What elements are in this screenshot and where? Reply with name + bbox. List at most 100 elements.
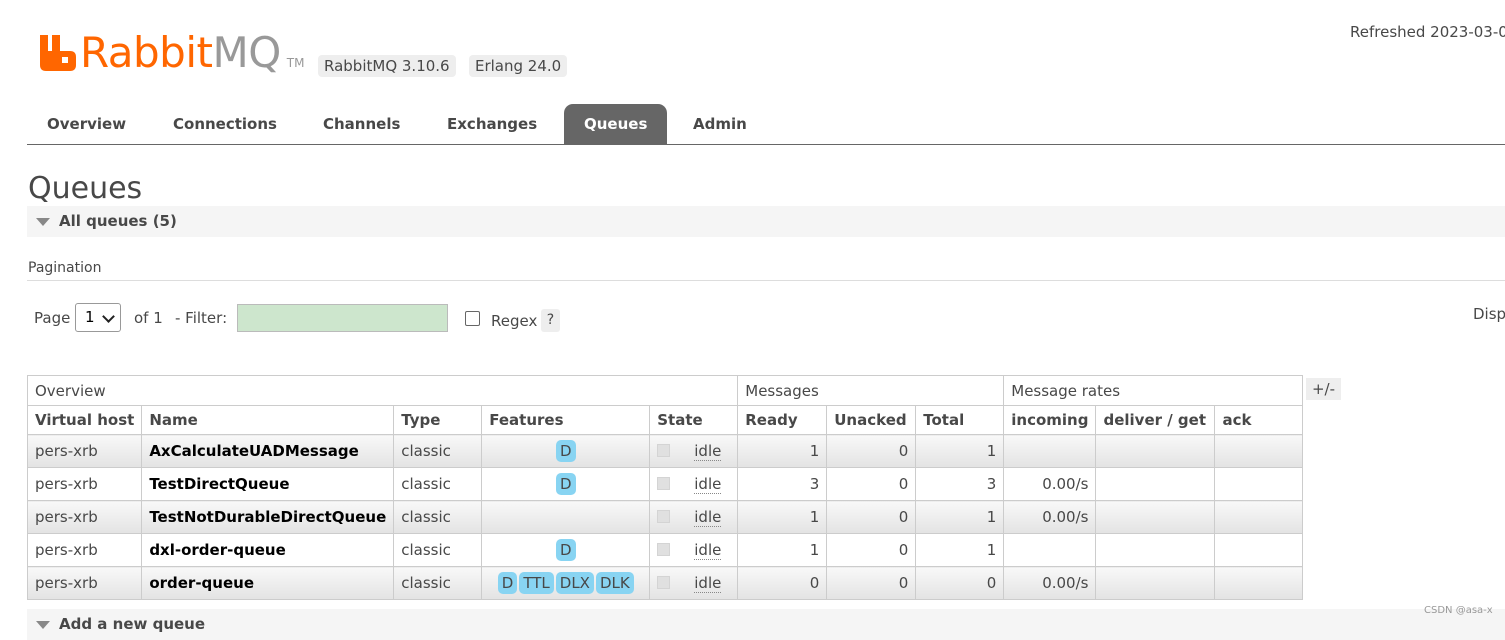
rabbit-logo-icon: [40, 35, 76, 71]
refreshed-timestamp[interactable]: Refreshed 2023-03-0: [1350, 23, 1505, 41]
pagination-heading: Pagination: [28, 260, 102, 276]
feature-badge: D: [555, 440, 576, 462]
cell-features: D: [481, 434, 651, 468]
cell-virtual-host: pers-xrb: [26, 467, 143, 501]
cell-ready: 1: [737, 434, 828, 468]
logo-mq-text: MQ: [212, 28, 281, 77]
tab-admin[interactable]: Admin: [673, 104, 767, 144]
cell-ack: [1214, 533, 1304, 567]
all-queues-heading: All queues (5): [59, 212, 177, 230]
cell-incoming: 0.00/s: [1003, 467, 1097, 501]
queues-table: Overview Messages Message rates Virtual …: [26, 375, 1304, 600]
cell-virtual-host: pers-xrb: [26, 434, 143, 468]
cell-features: D: [481, 467, 651, 501]
feature-badge: DLK: [595, 572, 634, 594]
cell-incoming: [1003, 533, 1097, 567]
cell-deliver-get: [1095, 500, 1216, 534]
cell-unacked: 0: [826, 566, 917, 600]
table-group-header-row: Overview Messages Message rates: [26, 375, 1304, 406]
cell-queue-name[interactable]: AxCalculateUADMessage: [141, 434, 395, 468]
table-row: pers-xrb AxCalculateUADMessage classic Didl…: [26, 434, 1304, 468]
rabbitmq-logo[interactable]: RabbitMQ TM: [40, 30, 304, 74]
cell-type: classic: [393, 434, 483, 468]
logo-rabbit-text: Rabbit: [80, 28, 213, 77]
feature-badge: D: [555, 539, 576, 561]
table-row: pers-xrb TestNotDurableDirectQueue classic…: [26, 500, 1304, 534]
feature-badge: D: [497, 572, 518, 594]
page-count-label: of 1: [134, 309, 163, 327]
erlang-version-badge: Erlang 24.0: [469, 55, 568, 77]
cell-type: classic: [393, 533, 483, 567]
col-features: Features: [481, 405, 651, 435]
state-label: idle: [694, 475, 722, 494]
cell-type: classic: [393, 500, 483, 534]
cell-queue-name[interactable]: order-queue: [141, 566, 395, 600]
cell-total: 3: [915, 467, 1005, 501]
pagination-divider: [27, 280, 1505, 281]
cell-state: idle: [649, 533, 739, 567]
logo-wordmark: RabbitMQ: [80, 32, 281, 74]
group-messages: Messages: [737, 375, 1005, 406]
cell-deliver-get: [1095, 467, 1216, 501]
col-name[interactable]: Name: [141, 405, 395, 435]
cell-ack: [1214, 434, 1304, 468]
col-unacked[interactable]: Unacked: [826, 405, 917, 435]
cell-virtual-host: pers-xrb: [26, 566, 143, 600]
cell-unacked: 0: [826, 533, 917, 567]
col-deliver-get[interactable]: deliver / get: [1095, 405, 1216, 435]
cell-unacked: 0: [826, 500, 917, 534]
col-ready[interactable]: Ready: [737, 405, 828, 435]
chevron-down-icon: [102, 310, 115, 323]
cell-queue-name[interactable]: TestNotDurableDirectQueue: [141, 500, 395, 534]
state-indicator-icon: [657, 543, 671, 556]
cell-incoming: 0.00/s: [1003, 500, 1097, 534]
tab-connections[interactable]: Connections: [153, 104, 297, 144]
page-label: Page: [34, 309, 71, 327]
cell-incoming: 0.00/s: [1003, 566, 1097, 600]
table-row: pers-xrb dxl-order-queue classic Didle 1 0 1: [26, 533, 1304, 567]
page-select[interactable]: 1: [75, 303, 121, 332]
cell-deliver-get: [1095, 533, 1216, 567]
all-queues-section-toggle[interactable]: All queues (5): [27, 206, 1505, 237]
state-label: idle: [694, 574, 722, 593]
filter-input[interactable]: [237, 304, 448, 332]
tab-queues[interactable]: Queues: [564, 104, 668, 144]
cell-state: idle: [649, 434, 739, 468]
regex-help-button[interactable]: ?: [541, 309, 560, 332]
state-label: idle: [694, 442, 722, 461]
cell-unacked: 0: [826, 434, 917, 468]
cell-total: 1: [915, 500, 1005, 534]
cell-queue-name[interactable]: TestDirectQueue: [141, 467, 395, 501]
col-state[interactable]: State: [649, 405, 739, 435]
state-indicator-icon: [657, 576, 671, 589]
col-incoming[interactable]: incoming: [1003, 405, 1097, 435]
regex-checkbox[interactable]: [465, 311, 480, 326]
collapse-triangle-icon: [36, 621, 50, 629]
state-indicator-icon: [657, 510, 671, 523]
group-overview: Overview: [26, 375, 739, 406]
tab-exchanges[interactable]: Exchanges: [427, 104, 557, 144]
feature-badge: TTL: [519, 572, 554, 594]
page-select-value: 1: [85, 308, 95, 326]
cell-deliver-get: [1095, 566, 1216, 600]
state-indicator-icon: [657, 444, 671, 457]
cell-total: 1: [915, 533, 1005, 567]
cell-ready: 1: [737, 533, 828, 567]
cell-features: D TTL DLX DLK: [481, 566, 651, 600]
watermark: CSDN @asa-x: [1424, 605, 1493, 616]
col-virtual-host[interactable]: Virtual host: [26, 405, 143, 435]
col-ack[interactable]: ack: [1214, 405, 1304, 435]
feature-badge: D: [555, 473, 576, 495]
column-toggle-button[interactable]: +/-: [1306, 378, 1341, 400]
logo-trademark: TM: [286, 56, 305, 70]
state-indicator-icon: [657, 477, 671, 490]
table-row: pers-xrb TestDirectQueue classic Didle 3 0 3 0.…: [26, 467, 1304, 501]
cell-virtual-host: pers-xrb: [26, 533, 143, 567]
col-total[interactable]: Total: [915, 405, 1005, 435]
tab-channels[interactable]: Channels: [303, 104, 420, 144]
tab-overview[interactable]: Overview: [27, 104, 146, 144]
cell-queue-name[interactable]: dxl-order-queue: [141, 533, 395, 567]
col-type[interactable]: Type: [393, 405, 483, 435]
state-label: idle: [694, 508, 722, 527]
cell-ready: 3: [737, 467, 828, 501]
